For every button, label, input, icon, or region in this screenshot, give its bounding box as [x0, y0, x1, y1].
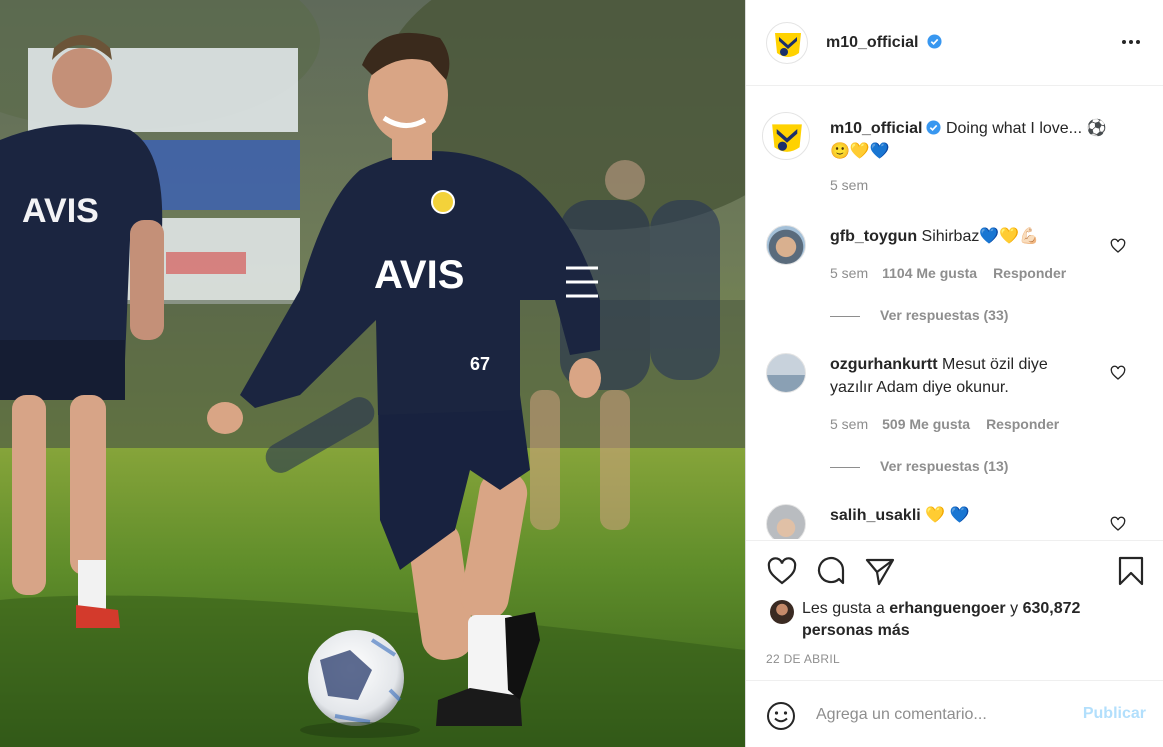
- m10-logo-icon: [775, 32, 801, 57]
- comment-time: 5 sem: [830, 265, 869, 281]
- comment-input[interactable]: [816, 701, 1066, 729]
- post-date[interactable]: 22 DE ABRIL: [766, 652, 840, 666]
- comment-meta: 5 sem 509 Me gusta Responder: [830, 416, 1059, 432]
- more-options-button[interactable]: [1118, 30, 1144, 54]
- svg-text:AVIS: AVIS: [374, 253, 464, 297]
- comment-text: Sihirbaz💙💛💪🏻: [921, 228, 1040, 245]
- comment-username[interactable]: salih_usakli: [830, 507, 921, 524]
- comment-like-icon[interactable]: [1110, 238, 1126, 254]
- add-comment-bar: Publicar: [746, 680, 1163, 747]
- comment-meta: 5 sem 1104 Me gusta Responder: [830, 265, 1066, 281]
- view-replies-label: Ver respuestas (13): [880, 458, 1009, 474]
- post-side-panel: m10_official m10_official Doing what I l…: [745, 0, 1163, 747]
- svg-text:67: 67: [470, 354, 490, 374]
- svg-text:AVIS: AVIS: [22, 192, 99, 230]
- comment-text: 💛 💙: [925, 507, 970, 524]
- liker-avatar[interactable]: [770, 600, 794, 624]
- caption-avatar[interactable]: [762, 112, 810, 160]
- comment-item: salih_usakli 💛 💙: [766, 504, 1156, 539]
- author-avatar[interactable]: [766, 21, 808, 64]
- comments-list[interactable]: m10_official Doing what I love... ⚽️ 🙂💛💙…: [746, 87, 1163, 539]
- comment-icon[interactable]: [815, 555, 847, 587]
- post-header: m10_official: [746, 0, 1163, 86]
- verified-badge-icon: [927, 33, 942, 49]
- comment-item: gfb_toygun Sihirbaz💙💛💪🏻 5 sem 1104 Me gus…: [766, 225, 1156, 335]
- reply-button[interactable]: Responder: [986, 416, 1059, 432]
- comment-text-block: gfb_toygun Sihirbaz💙💛💪🏻: [830, 225, 1130, 248]
- comment-item: ozgurhankurtt Mesut özil diye yazılır Ad…: [766, 353, 1156, 474]
- caption-row: m10_official Doing what I love... ⚽️ 🙂💛💙…: [762, 112, 1156, 202]
- m10-logo-icon: [772, 124, 802, 152]
- comment-avatar[interactable]: [766, 225, 806, 265]
- comment-time: 5 sem: [830, 416, 869, 432]
- caption-emojis: 🙂💛💙: [830, 143, 890, 160]
- caption-username[interactable]: m10_official: [830, 120, 922, 137]
- header-username-wrap: m10_official: [826, 34, 942, 52]
- likes-joiner: y: [1010, 600, 1019, 617]
- comment-likes[interactable]: 1104 Me gusta: [882, 265, 977, 281]
- comment-like-icon[interactable]: [1110, 365, 1126, 381]
- view-replies-label: Ver respuestas (33): [880, 307, 1009, 323]
- post-actions: Les gusta a erhanguengoer y 630,872 pers…: [746, 540, 1163, 680]
- likes-summary: Les gusta a erhanguengoer y 630,872 pers…: [802, 598, 1122, 642]
- view-replies-button[interactable]: Ver respuestas (33): [830, 307, 1008, 323]
- comment-text-block: ozgurhankurtt Mesut özil diye yazılır Ad…: [830, 353, 1080, 399]
- instagram-post: AVIS 67 AVIS: [0, 0, 1163, 747]
- reply-button[interactable]: Responder: [993, 265, 1066, 281]
- publish-button[interactable]: Publicar: [1083, 705, 1146, 723]
- heart-icon[interactable]: [766, 555, 798, 587]
- comment-likes[interactable]: 509 Me gusta: [882, 416, 970, 432]
- caption-text: Doing what I love... ⚽️: [945, 120, 1107, 137]
- comment-username[interactable]: ozgurhankurtt: [830, 356, 938, 373]
- likes-user[interactable]: erhanguengoer: [889, 600, 1005, 617]
- bookmark-icon[interactable]: [1115, 555, 1147, 587]
- training-photo-illustration: AVIS 67 AVIS: [0, 0, 745, 747]
- likes-prefix: Les gusta a: [802, 600, 885, 617]
- caption-text-block: m10_official Doing what I love... ⚽️ 🙂💛💙: [830, 117, 1130, 163]
- caption-time: 5 sem: [830, 177, 869, 193]
- post-photo[interactable]: AVIS 67 AVIS: [0, 0, 745, 747]
- comment-avatar[interactable]: [766, 353, 806, 393]
- comment-username[interactable]: gfb_toygun: [830, 228, 917, 245]
- comment-avatar[interactable]: [766, 504, 806, 539]
- comment-like-icon[interactable]: [1110, 516, 1126, 532]
- view-replies-button[interactable]: Ver respuestas (13): [830, 458, 1008, 474]
- emoji-icon[interactable]: [766, 701, 796, 731]
- comment-text-block: salih_usakli 💛 💙: [830, 504, 1130, 527]
- send-icon[interactable]: [864, 555, 896, 587]
- verified-badge-icon: [926, 120, 942, 135]
- header-username[interactable]: m10_official: [826, 34, 918, 51]
